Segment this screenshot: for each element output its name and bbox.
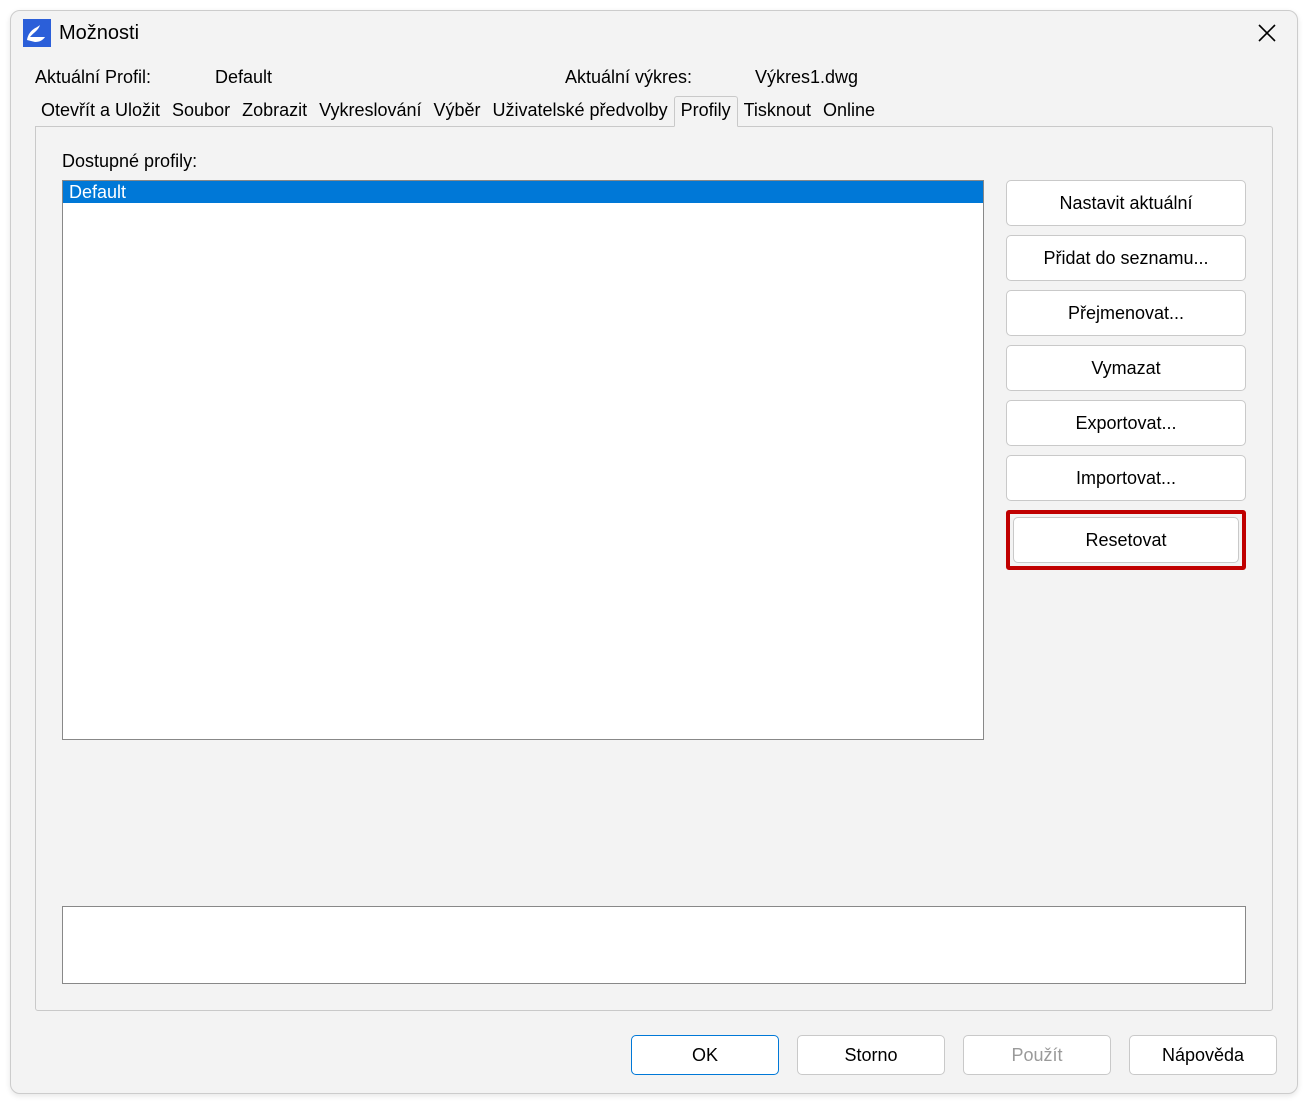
- delete-button[interactable]: Vymazat: [1006, 345, 1246, 391]
- current-drawing-value: Výkres1.dwg: [755, 67, 858, 88]
- tab-selection[interactable]: Výběr: [427, 97, 486, 126]
- reset-highlight: Resetovat: [1006, 510, 1246, 570]
- tab-online[interactable]: Online: [817, 97, 881, 126]
- import-button[interactable]: Importovat...: [1006, 455, 1246, 501]
- reset-button[interactable]: Resetovat: [1013, 517, 1239, 563]
- help-button[interactable]: Nápověda: [1129, 1035, 1277, 1075]
- apply-button: Použít: [963, 1035, 1111, 1075]
- tab-user-prefs[interactable]: Uživatelské předvolby: [487, 97, 674, 126]
- profiles-listbox[interactable]: Default: [62, 180, 984, 740]
- available-profiles-label: Dostupné profily:: [62, 151, 1246, 172]
- cancel-button[interactable]: Storno: [797, 1035, 945, 1075]
- tab-profiles[interactable]: Profily: [674, 96, 738, 127]
- current-drawing-label: Aktuální výkres:: [565, 67, 755, 88]
- tab-strip: Otevřít a Uložit Soubor Zobrazit Vykresl…: [35, 96, 1273, 126]
- close-icon: [1258, 24, 1276, 42]
- close-button[interactable]: [1245, 11, 1289, 55]
- add-to-list-button[interactable]: Přidat do seznamu...: [1006, 235, 1246, 281]
- info-row: Aktuální Profil: Default Aktuální výkres…: [35, 67, 1273, 88]
- current-profile-value: Default: [215, 67, 565, 88]
- titlebar: Možnosti: [11, 11, 1297, 55]
- window-title: Možnosti: [59, 22, 139, 45]
- set-current-button[interactable]: Nastavit aktuální: [1006, 180, 1246, 226]
- rename-button[interactable]: Přejmenovat...: [1006, 290, 1246, 336]
- profiles-panel: Dostupné profily: Default Nastavit aktuá…: [35, 126, 1273, 1011]
- tab-file[interactable]: Soubor: [166, 97, 236, 126]
- profile-description-box[interactable]: [62, 906, 1246, 984]
- current-profile-label: Aktuální Profil:: [35, 67, 215, 88]
- tab-display[interactable]: Zobrazit: [236, 97, 313, 126]
- tab-open-save[interactable]: Otevřít a Uložit: [35, 97, 166, 126]
- export-button[interactable]: Exportovat...: [1006, 400, 1246, 446]
- profile-item-default[interactable]: Default: [63, 181, 983, 203]
- dialog-content: Aktuální Profil: Default Aktuální výkres…: [11, 55, 1297, 1021]
- tab-drafting[interactable]: Vykreslování: [313, 97, 427, 126]
- ok-button[interactable]: OK: [631, 1035, 779, 1075]
- options-dialog: Možnosti Aktuální Profil: Default Aktuál…: [10, 10, 1298, 1094]
- dialog-footer: OK Storno Použít Nápověda: [11, 1021, 1297, 1093]
- tab-print[interactable]: Tisknout: [738, 97, 817, 126]
- app-icon: [23, 19, 51, 47]
